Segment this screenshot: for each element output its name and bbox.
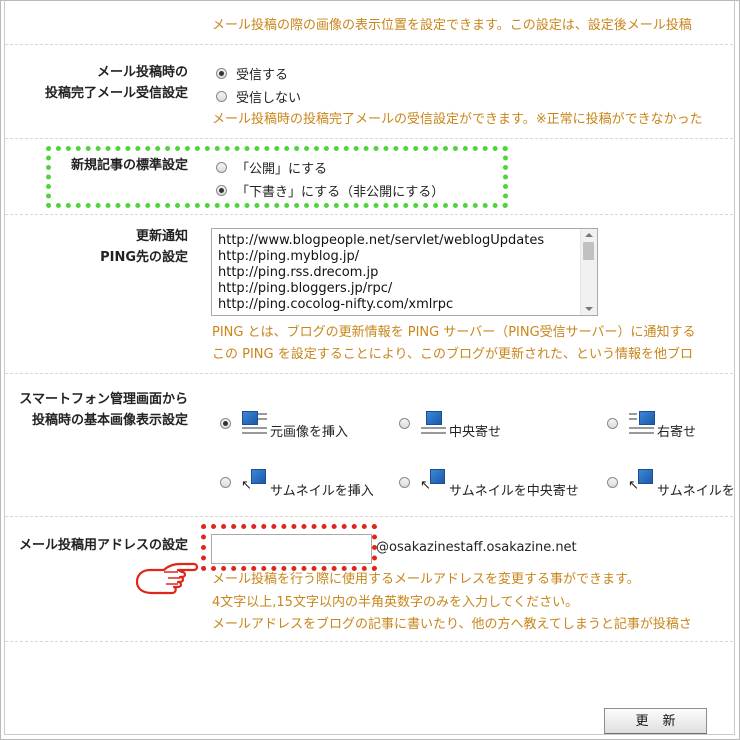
- option-label: サムネイルを中央寄せ: [449, 483, 579, 499]
- option-right[interactable]: 右寄せ: [607, 408, 697, 440]
- mail-complete-label: メール投稿時の 投稿完了メール受信設定: [2, 62, 188, 104]
- thumbnail-right-icon: ↖: [627, 468, 653, 496]
- mail-address-label: メール投稿用アドレスの設定: [18, 538, 188, 553]
- ping-url-textarea[interactable]: http://www.blogpeople.net/servlet/weblog…: [211, 228, 598, 316]
- ping-url-line: http://ping.bloggers.jp/rpc/: [218, 281, 393, 296]
- radio-button[interactable]: [216, 90, 227, 102]
- ping-url-line: http://ping.rss.drecom.jp: [218, 265, 379, 280]
- mail-complete-option-no-receive[interactable]: 受信しない: [216, 86, 301, 106]
- smartphone-image-label: スマートフォン管理画面から 投稿時の基本画像表示設定: [2, 389, 188, 431]
- mail-domain-text: @osakazinestaff.osakazine.net: [376, 540, 577, 555]
- ping-label-line2: PING先の設定: [100, 250, 188, 265]
- divider: [5, 516, 733, 517]
- mail-address-description-2: 4文字以上,15文字以内の半角英数字のみを入力してください。: [212, 595, 579, 610]
- option-label: 元画像を挿入: [270, 424, 349, 440]
- thumbnail-center-icon: ↖: [419, 468, 445, 496]
- radio-button-selected[interactable]: [220, 417, 231, 429]
- mail-address-input[interactable]: [211, 534, 372, 564]
- option-label: 「公開」にする: [236, 161, 328, 177]
- image-left-icon: [240, 409, 268, 437]
- mail-address-description-3: メールアドレスをブログの記事に書いたり、他の方へ教えてしまうと記事が投稿さ: [212, 617, 692, 632]
- ping-description-1: PING とは、ブログの更新情報を PING サーバー（PING受信サーバー）に…: [212, 325, 696, 340]
- option-thumbnail-center[interactable]: ↖ サムネイルを中央寄せ: [399, 467, 579, 499]
- divider: [5, 44, 733, 45]
- image-right-icon: [627, 409, 655, 437]
- divider: [5, 641, 733, 642]
- thumbnail-left-icon: ↖: [240, 468, 266, 496]
- mail-complete-label-line1: メール投稿時の: [96, 65, 188, 80]
- option-label: 「下書き」にする（非公開にする）: [236, 184, 445, 200]
- divider: [5, 373, 733, 374]
- option-label: 右寄せ: [657, 424, 697, 440]
- image-center-icon: [419, 409, 447, 437]
- new-article-option-draft[interactable]: 「下書き」にする（非公開にする）: [216, 180, 444, 200]
- ping-description-2: この PING を設定することにより、このブログが更新された、という情報を他ブロ: [212, 347, 693, 362]
- smartphone-label-line2: 投稿時の基本画像表示設定: [31, 413, 188, 428]
- option-original-insert[interactable]: 元画像を挿入: [220, 408, 349, 440]
- radio-button[interactable]: [399, 476, 410, 488]
- divider: [5, 214, 733, 215]
- textarea-scrollbar[interactable]: [580, 229, 597, 315]
- option-label: サムネイルを挿入: [270, 483, 374, 499]
- new-article-option-public[interactable]: 「公開」にする: [216, 157, 327, 177]
- option-thumbnail-insert[interactable]: ↖ サムネイルを挿入: [220, 467, 374, 499]
- radio-button-selected[interactable]: [216, 184, 227, 196]
- ping-url-line: http://ping.myblog.jp/: [218, 249, 360, 264]
- radio-button[interactable]: [220, 476, 231, 488]
- divider: [5, 138, 733, 139]
- option-center[interactable]: 中央寄せ: [399, 408, 502, 440]
- mail-complete-option-receive[interactable]: 受信する: [216, 63, 288, 83]
- image-position-description: メール投稿の際の画像の表示位置を設定できます。この設定は、設定後メール投稿: [212, 18, 692, 33]
- ping-label-line1: 更新通知: [135, 229, 188, 244]
- option-label: サムネイルを: [657, 483, 735, 499]
- pointing-hand-icon: [135, 562, 199, 595]
- radio-button[interactable]: [607, 417, 618, 429]
- mail-complete-label-line2: 投稿完了メール受信設定: [44, 86, 188, 101]
- new-article-label: 新規記事の標準設定: [70, 158, 188, 173]
- option-label: 受信する: [236, 67, 289, 83]
- ping-url-line: http://ping.cocolog-nifty.com/xmlrpc: [218, 297, 454, 312]
- option-thumbnail-right[interactable]: ↖ サムネイルを: [607, 467, 735, 499]
- mail-address-description-1: メール投稿を行う際に使用するメールアドレスを変更する事ができます。: [212, 572, 640, 587]
- smartphone-label-line1: スマートフォン管理画面から: [19, 392, 188, 407]
- ping-label: 更新通知 PING先の設定: [2, 226, 188, 268]
- mail-complete-description: メール投稿時の投稿完了メールの受信設定ができます。※正常に投稿ができなかった: [212, 112, 703, 127]
- update-button[interactable]: 更新: [604, 708, 707, 734]
- scroll-up-arrow-icon[interactable]: [585, 233, 593, 237]
- radio-button[interactable]: [607, 476, 618, 488]
- scroll-down-arrow-icon[interactable]: [585, 307, 593, 311]
- ping-url-line: http://www.blogpeople.net/servlet/weblog…: [218, 233, 545, 248]
- radio-button[interactable]: [399, 417, 410, 429]
- option-label: 中央寄せ: [449, 424, 502, 440]
- radio-button[interactable]: [216, 161, 227, 173]
- scroll-thumb[interactable]: [583, 242, 594, 260]
- option-label: 受信しない: [236, 90, 302, 106]
- radio-button-selected[interactable]: [216, 67, 227, 79]
